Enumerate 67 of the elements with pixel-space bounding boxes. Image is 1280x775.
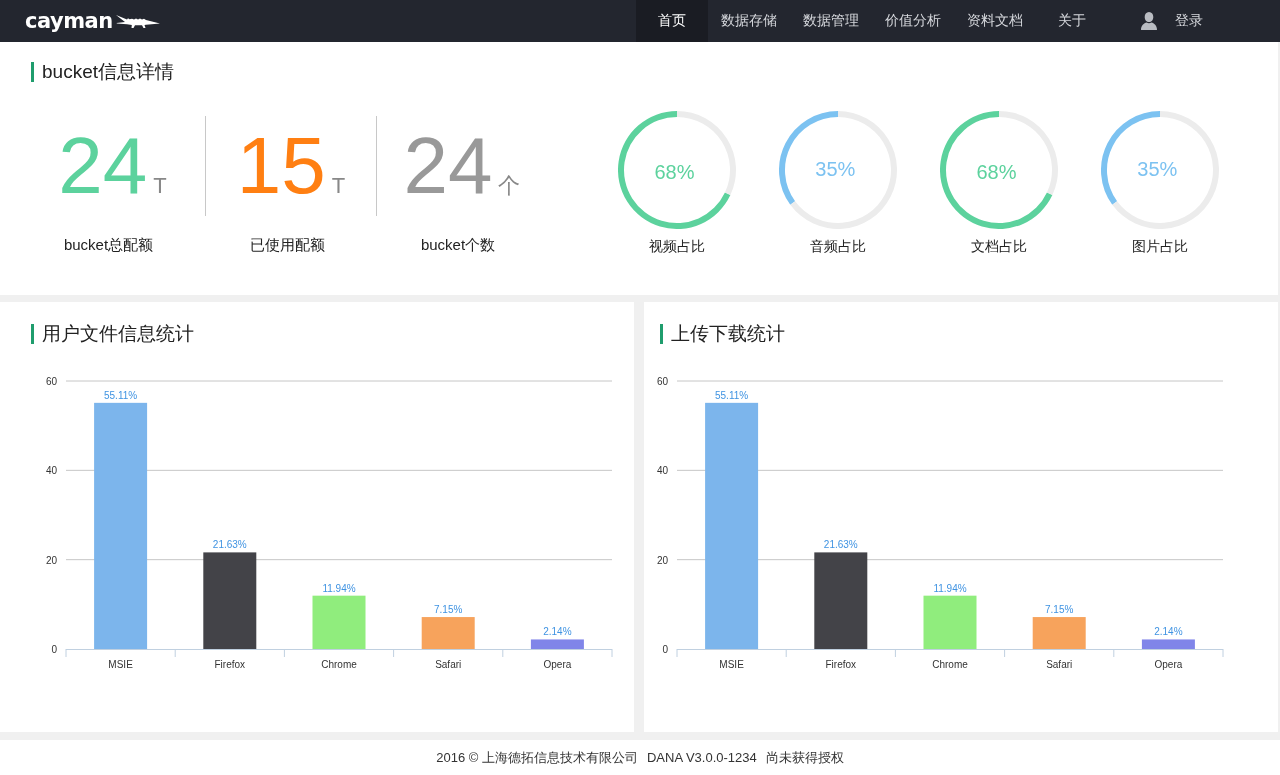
nav-tab[interactable]: 首页	[636, 0, 708, 42]
axis-label: 40	[656, 465, 668, 477]
category-label: Opera	[1154, 659, 1183, 670]
ring-label: 文档占比	[971, 237, 1027, 256]
footer-text: 尚未获得授权	[765, 748, 844, 767]
login-button[interactable]: 登录	[1141, 0, 1203, 42]
value-label: 55.11%	[715, 389, 749, 401]
nav-tab[interactable]: 资料文档	[954, 0, 1036, 42]
axis-label: 20	[45, 554, 57, 566]
crocodile-icon	[115, 14, 160, 28]
axis-label: 60	[656, 376, 668, 387]
section-title: bucket信息详情	[31, 62, 174, 82]
category-label: Safari	[1046, 659, 1073, 670]
donut-value-label: 35%	[815, 157, 856, 180]
footer-text: DANA V3.0.0-1234	[646, 750, 757, 765]
value-label: 7.15%	[434, 604, 463, 616]
chart-bar	[530, 639, 584, 649]
axis-label: 0	[51, 644, 57, 655]
value-label: 2.14%	[1154, 626, 1183, 638]
logo-text: cayman	[25, 10, 113, 32]
nav-tab[interactable]: 关于	[1036, 0, 1108, 42]
stat-unit: 个	[498, 175, 521, 197]
stat-value: 15	[236, 126, 326, 206]
value-label: 11.94%	[933, 582, 967, 594]
donut-value-label: 68%	[976, 160, 1017, 183]
stat-label: bucket个数	[420, 235, 496, 255]
ring-label: 视频占比	[649, 237, 705, 256]
chart-bar	[1032, 617, 1086, 649]
value-label: 21.63%	[823, 539, 858, 551]
axis-label: 40	[45, 465, 57, 477]
footer-text: 2016 © 上海德拓信息技术有限公司	[436, 748, 638, 767]
value-label: 21.63%	[212, 539, 247, 551]
chart-bar	[1141, 639, 1195, 649]
stat-unit: T	[153, 175, 167, 197]
ring-label: 图片占比	[1132, 237, 1188, 256]
chart-bar	[312, 595, 366, 649]
nav-tab[interactable]: 数据存储	[708, 0, 790, 42]
category-label: MSIE	[108, 659, 133, 670]
section-title: 上传下载统计	[660, 324, 785, 344]
chart-bar	[923, 595, 977, 649]
axis-label: 0	[662, 644, 668, 655]
stat-value: 24	[403, 126, 493, 206]
stat-label: 已使用配额	[249, 235, 325, 255]
category-label: Firefox	[825, 659, 857, 670]
value-label: 55.11%	[104, 389, 138, 401]
value-label: 11.94%	[322, 582, 356, 594]
ring-label: 音频占比	[810, 237, 866, 256]
donut-value-label: 68%	[654, 160, 695, 183]
value-label: 2.14%	[543, 626, 572, 638]
stat-unit: T	[331, 175, 346, 197]
donut-value-label: 35%	[1137, 157, 1178, 180]
nav-tab[interactable]: 价值分析	[872, 0, 954, 42]
category-label: MSIE	[719, 659, 744, 670]
category-label: Opera	[543, 659, 572, 670]
axis-label: 60	[45, 376, 57, 387]
chart-bar	[421, 617, 475, 649]
section-title: 用户文件信息统计	[31, 324, 194, 344]
stat-label: bucket总配额	[63, 235, 154, 255]
nav-tab[interactable]: 数据管理	[790, 0, 872, 42]
category-label: Chrome	[321, 659, 357, 670]
stat-value: 24	[58, 126, 148, 206]
category-label: Safari	[435, 659, 462, 670]
category-label: Chrome	[932, 659, 968, 670]
user-icon	[1141, 12, 1157, 30]
value-label: 7.15%	[1045, 604, 1074, 616]
axis-label: 20	[656, 554, 668, 566]
category-label: Firefox	[214, 659, 246, 670]
